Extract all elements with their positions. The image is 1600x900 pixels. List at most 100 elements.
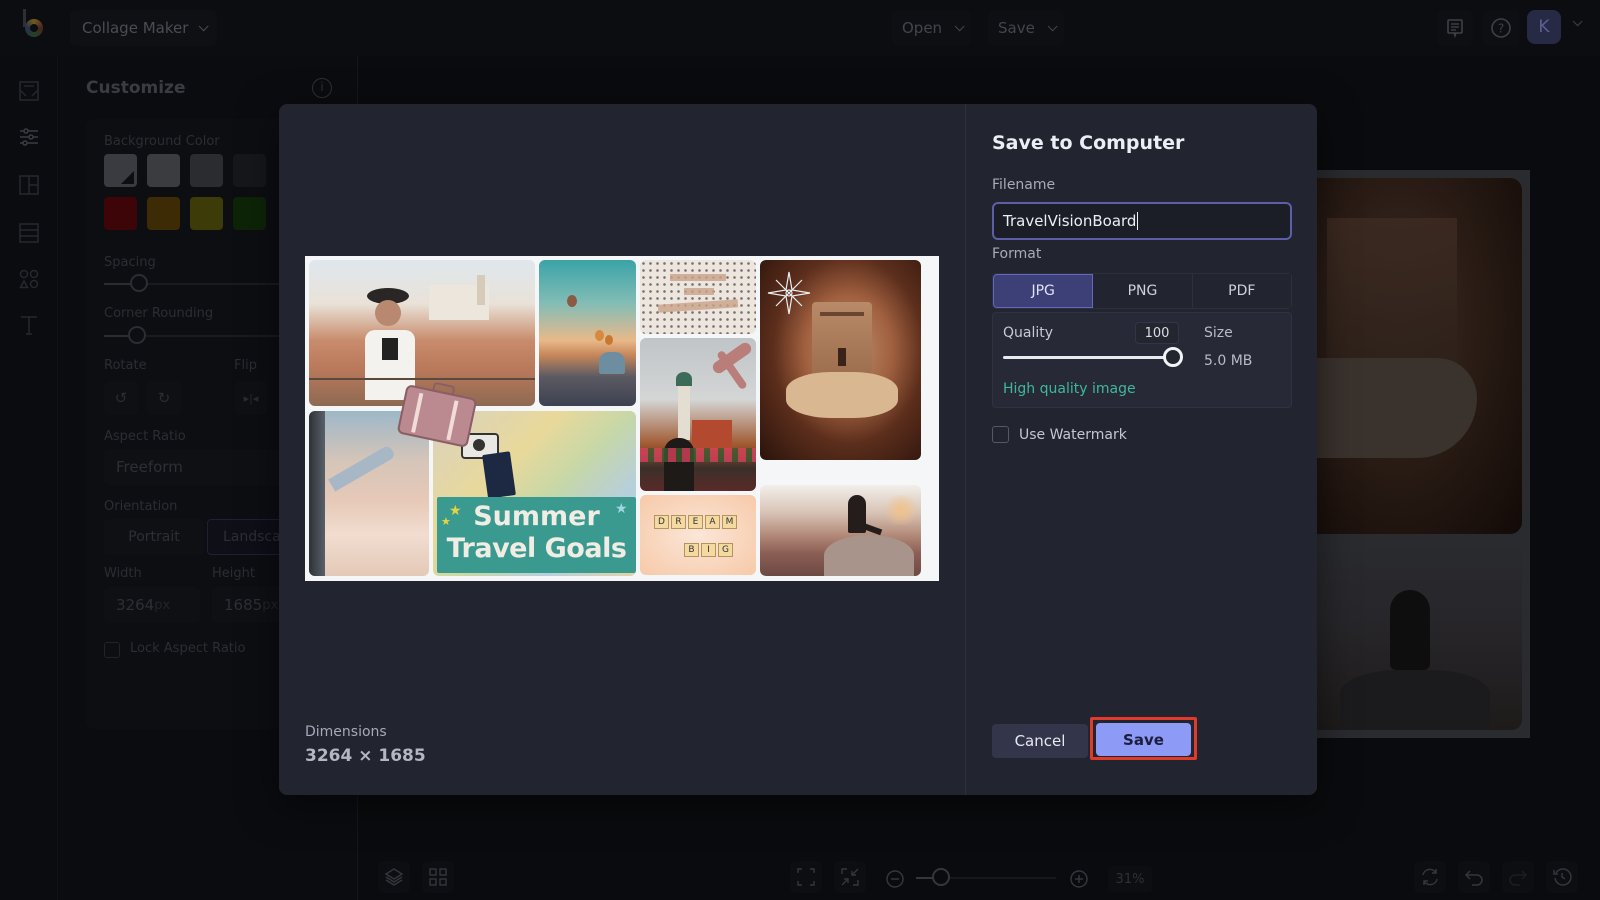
flip-horizontal-button[interactable]: ▸|◂ <box>234 381 268 415</box>
grid-icon <box>429 868 447 886</box>
size-label: Size <box>1204 325 1233 341</box>
chevron-down-icon <box>199 20 209 31</box>
adjust-sliders-icon[interactable] <box>18 126 40 148</box>
quality-slider-knob[interactable] <box>1163 347 1183 367</box>
top-bar: Collage Maker Open Save ? K <box>0 0 1600 56</box>
quality-value-input[interactable]: 100 <box>1135 322 1179 344</box>
quality-slider-track[interactable] <box>1003 356 1173 359</box>
photo-tile-prague <box>640 338 756 491</box>
lock-aspect-checkbox[interactable] <box>104 642 120 658</box>
photo-tile-balloons <box>539 260 636 406</box>
history-button[interactable] <box>1546 861 1578 893</box>
save-menu-label: Save <box>998 19 1035 37</box>
text-tool-icon[interactable] <box>18 314 40 336</box>
redo-icon <box>1509 870 1528 886</box>
layers-button[interactable] <box>378 861 410 893</box>
star-icon: ★ <box>615 501 628 517</box>
filename-input[interactable]: TravelVisionBoard <box>992 202 1292 240</box>
swatch-red[interactable] <box>104 197 137 230</box>
scrabble-dream: D R E A M <box>654 515 737 529</box>
background-color-label: Background Color <box>104 134 220 149</box>
account-chevron-icon[interactable] <box>1572 16 1583 27</box>
fit-screen-button[interactable] <box>790 861 822 893</box>
format-pdf[interactable]: PDF <box>1192 274 1291 308</box>
zoom-percent[interactable]: 31% <box>1108 866 1152 892</box>
user-avatar[interactable]: K <box>1527 10 1561 44</box>
scrabble-big: B I G <box>684 543 733 557</box>
format-jpg[interactable]: JPG <box>993 274 1094 308</box>
open-label: Open <box>902 19 943 37</box>
swap-photos-button[interactable] <box>1414 861 1446 893</box>
zoom-out-icon[interactable] <box>885 869 905 889</box>
backgrounds-icon[interactable] <box>18 222 40 244</box>
zoom-slider-knob[interactable] <box>932 868 950 886</box>
photo-tile-dream-big: D R E A M B I G <box>640 495 756 575</box>
text-caret <box>1137 212 1139 230</box>
orientation-portrait[interactable]: Portrait <box>104 519 204 555</box>
photo-tile-wanderlust <box>640 260 756 334</box>
filename-value: TravelVisionBoard <box>1003 212 1137 230</box>
flip-horizontal-icon: ▸|◂ <box>243 391 259 405</box>
watermark-option[interactable]: Use Watermark <box>992 426 1127 443</box>
chevron-down-icon <box>1047 20 1058 31</box>
filename-label: Filename <box>992 177 1056 193</box>
aspect-ratio-label: Aspect Ratio <box>104 429 186 444</box>
swatch-light-gray[interactable] <box>147 154 180 187</box>
app-name: Collage Maker <box>82 19 189 37</box>
spacing-label: Spacing <box>104 255 156 270</box>
swatch-gray[interactable] <box>190 154 223 187</box>
help-button[interactable]: ? <box>1483 10 1519 46</box>
save-menu-button[interactable]: Save <box>988 10 1064 46</box>
cancel-button[interactable]: Cancel <box>992 724 1088 758</box>
help-icon: ? <box>1491 18 1511 38</box>
banner-line-2: Travel Goals <box>446 533 627 564</box>
format-png[interactable]: PNG <box>1093 274 1193 308</box>
corner-rounding-label: Corner Rounding <box>104 306 214 321</box>
history-icon <box>1553 868 1572 886</box>
swatch-orange[interactable] <box>147 197 180 230</box>
canvas-photo-petra <box>1317 178 1522 534</box>
photo-tile-mountain <box>760 485 921 576</box>
collage-preview: Summer Travel Goals ★ ★ ★ D R E A M B I … <box>305 256 939 581</box>
app-logo[interactable] <box>18 9 50 44</box>
zoom-in-icon[interactable] <box>1069 869 1089 889</box>
compass-rose-icon <box>767 271 811 315</box>
width-unit: px <box>154 597 171 613</box>
app-switcher[interactable]: Collage Maker <box>70 10 218 46</box>
width-value: 3264 <box>116 596 155 614</box>
height-label: Height <box>212 566 255 581</box>
canvas-person <box>1390 590 1430 670</box>
grid-button[interactable] <box>422 861 454 893</box>
undo-button[interactable] <box>1458 861 1490 893</box>
collapse-icon <box>841 868 859 886</box>
quality-panel: Quality 100 Size 5.0 MB High quality ima… <box>992 312 1292 408</box>
save-button[interactable]: Save <box>1096 723 1191 756</box>
rotate-left-button[interactable]: ↺ <box>104 381 138 415</box>
swatch-black[interactable] <box>233 154 266 187</box>
actual-size-button[interactable] <box>834 861 866 893</box>
save-dialog: Summer Travel Goals ★ ★ ★ D R E A M B I … <box>279 104 1317 795</box>
feedback-button[interactable] <box>1437 10 1473 46</box>
spacing-slider-knob[interactable] <box>130 274 148 292</box>
tool-rail <box>0 56 58 900</box>
rotate-left-icon: ↺ <box>114 389 128 407</box>
width-input[interactable]: 3264 px <box>104 587 200 623</box>
watermark-checkbox[interactable] <box>992 426 1009 443</box>
swatch-green[interactable] <box>233 197 266 230</box>
info-icon[interactable]: i <box>312 78 332 98</box>
rotate-right-button[interactable]: ↻ <box>147 381 181 415</box>
format-selector: JPG PNG PDF <box>992 273 1292 309</box>
chat-icon <box>1447 19 1463 38</box>
swatch-transparent[interactable] <box>104 154 137 187</box>
app-root: Collage Maker Open Save ? K Customize i <box>0 0 1600 900</box>
rotate-label: Rotate <box>104 358 147 373</box>
size-value: 5.0 MB <box>1204 353 1253 369</box>
swatch-yellow[interactable] <box>190 197 223 230</box>
layouts-icon[interactable] <box>18 174 40 196</box>
redo-button[interactable] <box>1502 861 1534 893</box>
photos-tool-icon[interactable] <box>18 80 40 102</box>
graphics-icon[interactable] <box>18 268 40 290</box>
corner-rounding-slider-knob[interactable] <box>128 326 146 344</box>
lock-aspect-label: Lock Aspect Ratio <box>130 641 246 656</box>
open-menu-button[interactable]: Open <box>892 10 972 46</box>
